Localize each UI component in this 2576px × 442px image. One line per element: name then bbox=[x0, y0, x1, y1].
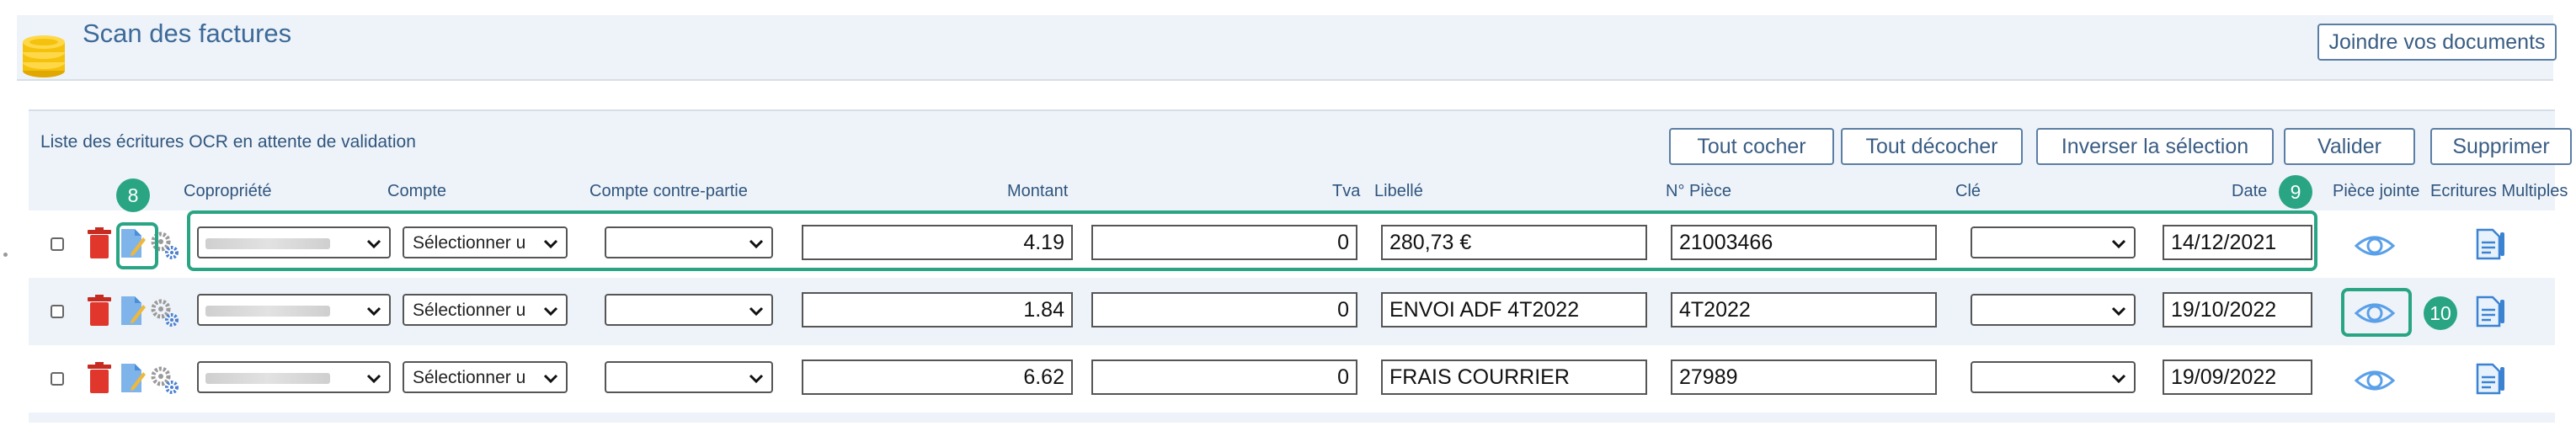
edit-icon[interactable] bbox=[120, 295, 147, 327]
document-icon[interactable] bbox=[2472, 295, 2506, 328]
montant-input[interactable]: 1.84 bbox=[802, 292, 1073, 328]
table-row: Sélectionner u 1.84 0 ENVOI ADF 4T2022 4… bbox=[29, 278, 2555, 345]
tva-input[interactable]: 0 bbox=[1091, 359, 1357, 395]
cle-select[interactable] bbox=[1971, 294, 2136, 326]
check-all-button[interactable]: Tout cocher bbox=[1669, 128, 1834, 165]
annotation-badge-8: 8 bbox=[116, 178, 150, 212]
chevron-down-icon bbox=[543, 374, 558, 384]
trash-icon[interactable] bbox=[88, 227, 111, 259]
col-header-piece: N° Pièce bbox=[1666, 182, 1732, 200]
trash-icon[interactable] bbox=[88, 295, 111, 327]
gears-icon[interactable] bbox=[150, 365, 180, 396]
col-header-cle: Clé bbox=[1955, 182, 1981, 200]
document-icon[interactable] bbox=[2472, 362, 2506, 396]
eye-icon[interactable] bbox=[2349, 362, 2400, 399]
contre-partie-select[interactable] bbox=[605, 294, 773, 326]
col-header-contre-partie: Compte contre-partie bbox=[589, 182, 748, 200]
date-input[interactable]: 19/10/2022 bbox=[2163, 292, 2312, 328]
row-checkbox[interactable] bbox=[51, 372, 64, 386]
contre-partie-select[interactable] bbox=[605, 361, 773, 393]
gears-icon[interactable] bbox=[150, 298, 180, 328]
document-icon[interactable] bbox=[2472, 227, 2506, 261]
annotation-badge-9: 9 bbox=[2279, 175, 2312, 209]
redacted-value bbox=[205, 306, 330, 317]
page-title: Scan des factures bbox=[83, 19, 292, 48]
edit-icon[interactable] bbox=[120, 362, 147, 394]
chevron-down-icon bbox=[749, 374, 764, 384]
eye-icon-highlight bbox=[2341, 288, 2412, 337]
col-header-libelle: Libellé bbox=[1374, 182, 1423, 200]
row-checkbox[interactable] bbox=[51, 305, 64, 318]
col-header-tva: Tva bbox=[1332, 182, 1361, 200]
join-documents-button[interactable]: Joindre vos documents bbox=[2317, 24, 2557, 61]
coins-icon bbox=[23, 35, 65, 77]
col-header-piece-jointe: Pièce jointe bbox=[2333, 182, 2420, 200]
compte-select-value: Sélectionner u bbox=[413, 368, 526, 387]
delete-button[interactable]: Supprimer bbox=[2430, 128, 2572, 165]
copropriete-select[interactable] bbox=[197, 294, 391, 326]
row-checkbox[interactable] bbox=[51, 237, 64, 251]
cle-select[interactable] bbox=[1971, 361, 2136, 393]
table-row: Sélectionner u 6.62 0 FRAIS COURRIER 279… bbox=[29, 345, 2555, 413]
compte-select[interactable]: Sélectionner u bbox=[403, 294, 568, 326]
col-header-date: Date bbox=[2232, 182, 2268, 200]
tva-input[interactable]: 0 bbox=[1091, 292, 1357, 328]
compte-select[interactable]: Sélectionner u bbox=[403, 361, 568, 393]
piece-input[interactable]: 27989 bbox=[1671, 359, 1937, 395]
piece-input[interactable]: 4T2022 bbox=[1671, 292, 1937, 328]
chevron-down-icon bbox=[2111, 374, 2126, 384]
invert-selection-button[interactable]: Inverser la sélection bbox=[2036, 128, 2274, 165]
chevron-down-icon bbox=[2111, 306, 2126, 317]
chevron-down-icon bbox=[366, 306, 381, 317]
annotation-badge-10: 10 bbox=[2424, 296, 2457, 330]
chevron-down-icon bbox=[543, 306, 558, 317]
uncheck-all-button[interactable]: Tout décocher bbox=[1841, 128, 2023, 165]
validate-button[interactable]: Valider bbox=[2284, 128, 2415, 165]
libelle-input[interactable]: ENVOI ADF 4T2022 bbox=[1381, 292, 1647, 328]
chevron-down-icon bbox=[749, 306, 764, 317]
list-title: Liste des écritures OCR en attente de va… bbox=[40, 132, 416, 152]
col-header-montant: Montant bbox=[1007, 182, 1069, 200]
row-fields-highlight bbox=[187, 210, 2317, 271]
left-edge-dot bbox=[3, 253, 8, 257]
edit-icon-highlight bbox=[116, 222, 158, 269]
page-header: Scan des factures bbox=[17, 15, 2553, 81]
trash-icon[interactable] bbox=[88, 362, 111, 394]
eye-icon[interactable] bbox=[2349, 227, 2400, 264]
montant-input[interactable]: 6.62 bbox=[802, 359, 1073, 395]
redacted-value bbox=[205, 373, 330, 384]
libelle-input[interactable]: FRAIS COURRIER bbox=[1381, 359, 1647, 395]
col-header-ecritures-multiples: Ecritures Multiples bbox=[2430, 182, 2568, 200]
date-input[interactable]: 19/09/2022 bbox=[2163, 359, 2312, 395]
col-header-compte: Compte bbox=[387, 182, 447, 200]
col-header-copropriete: Copropriété bbox=[184, 182, 272, 200]
copropriete-select[interactable] bbox=[197, 361, 391, 393]
compte-select-value: Sélectionner u bbox=[413, 301, 526, 320]
chevron-down-icon bbox=[366, 374, 381, 384]
